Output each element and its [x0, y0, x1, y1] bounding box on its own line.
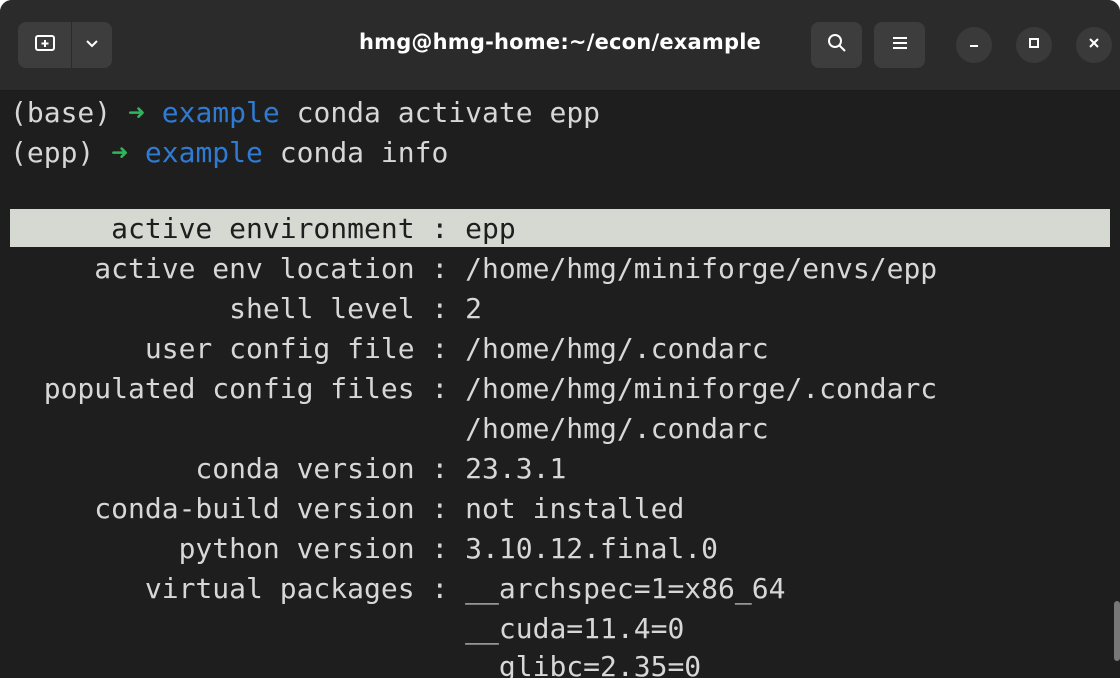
search-button[interactable]	[811, 22, 862, 68]
close-icon	[1087, 36, 1101, 55]
hamburger-menu-icon	[891, 35, 909, 56]
current-directory: example	[144, 136, 263, 169]
maximize-icon	[1027, 36, 1041, 55]
info-line: conda version : 23.3.1	[10, 452, 567, 485]
info-line: conda-build version : not installed	[10, 492, 685, 525]
window-title: hmg@hmg-home:~/econ/example	[358, 30, 762, 54]
terminal-output[interactable]: (base) ➜ example conda activate epp (epp…	[0, 91, 1120, 678]
info-line: populated config files : /home/hmg/minif…	[10, 372, 938, 405]
env-label: (base)	[10, 96, 129, 129]
search-icon	[827, 33, 847, 58]
prompt-arrow-icon: ➜	[128, 96, 145, 129]
minimize-button[interactable]	[956, 27, 992, 63]
terminal-window: hmg@hmg-home:~/econ/example (base) ➜ exa…	[0, 0, 1120, 678]
prompt-line: (base) ➜ example conda activate epp	[10, 93, 600, 133]
close-button[interactable]	[1076, 27, 1112, 63]
info-line: __cuda=11.4=0	[10, 612, 685, 645]
maximize-button[interactable]	[1016, 27, 1052, 63]
info-line: __glibc=2.35=0	[10, 650, 702, 678]
info-line: /home/hmg/.condarc	[10, 412, 769, 445]
scrollbar-thumb[interactable]	[1114, 601, 1120, 661]
info-line: active environment : epp	[10, 212, 516, 245]
info-line: user config file : /home/hmg/.condarc	[10, 332, 769, 365]
info-line: shell level : 2	[10, 292, 483, 325]
info-line: virtual packages : __archspec=1=x86_64	[10, 572, 786, 605]
command-text: conda activate epp	[279, 96, 601, 129]
title-bar[interactable]: hmg@hmg-home:~/econ/example	[0, 0, 1120, 91]
prompt-arrow-icon: ➜	[111, 136, 129, 169]
command-text: conda info	[262, 136, 449, 169]
current-directory: example	[161, 96, 280, 129]
info-line: python version : 3.10.12.final.0	[10, 532, 719, 565]
prompt-line: (epp) ➜ example conda info	[10, 133, 448, 173]
minimize-icon	[967, 36, 981, 55]
env-label: (epp)	[10, 136, 112, 169]
menu-button[interactable]	[874, 22, 925, 68]
info-line: active env location : /home/hmg/miniforg…	[10, 252, 938, 285]
